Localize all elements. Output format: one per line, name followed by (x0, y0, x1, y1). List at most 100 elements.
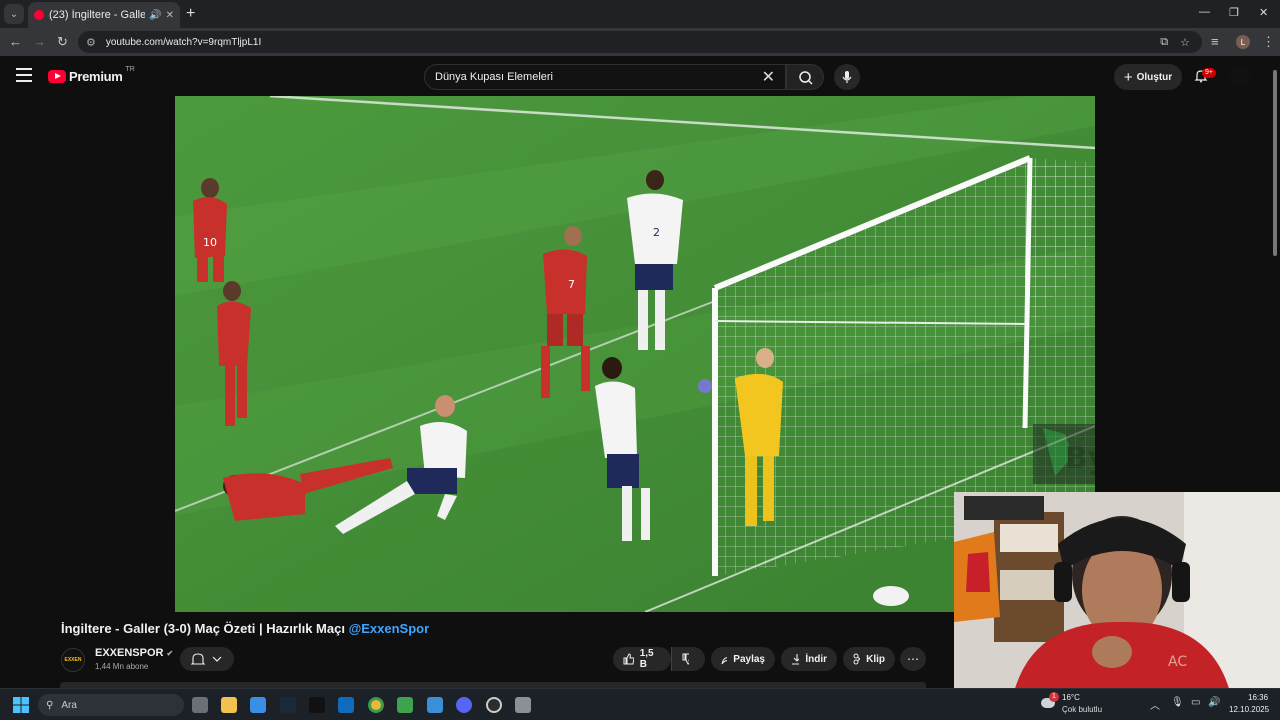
subscription-bell-button[interactable] (180, 647, 234, 671)
app-icon[interactable] (515, 697, 531, 713)
dislike-button[interactable] (671, 647, 705, 671)
youtube-play-icon (48, 70, 66, 83)
channel-name[interactable]: EXXENSPOR ✔ (95, 647, 173, 659)
video-title-text: İngiltere - Galler (3-0) Maç Özeti | Haz… (61, 621, 349, 636)
site-info-icon[interactable]: ⚙ (86, 36, 96, 49)
bell-chevron-icon (190, 653, 222, 665)
tray-chevron-icon[interactable]: ︿ (1150, 697, 1160, 712)
clock-time: 16:36 (1248, 693, 1269, 702)
active-tab[interactable]: (23) İngiltere - Galler (3-0) Maç Özeti … (28, 2, 180, 28)
minimize-icon[interactable]: — (1199, 6, 1210, 18)
clear-search-icon[interactable]: ✕ (762, 67, 775, 87)
clip-button[interactable]: Klip (843, 647, 895, 671)
tab-close-icon[interactable]: ✕ (166, 10, 174, 21)
subscriber-count: 1,44 Mn abone (95, 662, 149, 671)
steam-icon[interactable] (280, 697, 296, 713)
outlook-icon[interactable] (338, 697, 354, 713)
temperature: 16°C (1062, 693, 1080, 702)
display-icon[interactable]: ▭ (1191, 697, 1200, 708)
create-label: Oluştur (1136, 71, 1173, 83)
install-app-icon[interactable]: ⧉ (1160, 36, 1168, 49)
create-button[interactable]: + Oluştur (1114, 64, 1182, 90)
download-icon (792, 654, 800, 665)
channel-name-text: EXXENSPOR (95, 647, 164, 659)
video-title: İngiltere - Galler (3-0) Maç Özeti | Haz… (61, 621, 429, 636)
plus-icon: + (1123, 68, 1133, 86)
excel-icon[interactable] (397, 697, 413, 713)
window-close-icon[interactable]: ✕ (1259, 6, 1268, 19)
like-count: 1,5 B (639, 648, 654, 670)
search-query: Dünya Kupası Elemeleri (435, 71, 554, 83)
restore-icon[interactable]: ❐ (1229, 6, 1239, 19)
search-icon (799, 71, 813, 85)
url-text: youtube.com/watch?v=9rqmTljpL1I (105, 36, 262, 48)
weather-condition: Çok bulutlu (1062, 705, 1103, 714)
taskbar-search-placeholder: Ara (61, 699, 77, 711)
task-view-icon[interactable] (192, 697, 208, 713)
channel-logo-text: EXXEN (64, 657, 82, 663)
voice-search-button[interactable] (834, 64, 860, 90)
guide-menu-icon[interactable] (16, 68, 32, 82)
new-tab-button[interactable]: + (186, 5, 195, 23)
discord-icon[interactable] (456, 697, 472, 713)
account-avatar[interactable] (1230, 67, 1250, 87)
weather-badge: 1 (1049, 692, 1059, 702)
bynogame-watermark: ByNoGame (1033, 424, 1095, 484)
tab-search-button[interactable]: ⌄ (4, 4, 24, 24)
browser-tab-bar: ⌄ (23) İngiltere - Galler (3-0) Maç Özet… (0, 0, 1280, 28)
share-icon (721, 657, 728, 665)
search-button[interactable] (786, 64, 824, 90)
webcam-overlay: AC (954, 492, 1280, 692)
scissors-icon (853, 653, 861, 665)
share-button[interactable]: Paylaş (711, 647, 775, 671)
watermark-text: ByNoGame (1065, 441, 1095, 476)
download-button[interactable]: İndir (781, 647, 837, 671)
share-label: Paylaş (733, 653, 765, 665)
windows-start-icon[interactable] (13, 697, 29, 713)
youtube-header: Premium TR Dünya Kupası Elemeleri ✕ + Ol… (0, 56, 1280, 96)
taskbar-search[interactable]: ⚲ Ara (38, 694, 184, 716)
microphone-icon[interactable]: 🎙 (1171, 697, 1184, 708)
youtube-favicon-icon (34, 10, 44, 20)
vpn-icon[interactable] (427, 697, 443, 713)
back-icon[interactable]: ← (9, 34, 22, 49)
channel-avatar[interactable]: EXXEN (61, 648, 85, 672)
search-icon: ⚲ (46, 699, 54, 711)
svg-text:10: 10 (203, 236, 217, 249)
address-bar[interactable]: ⚙ youtube.com/watch?v=9rqmTljpL1I ⧉ ☆ (78, 31, 1202, 53)
tab-title: (23) İngiltere - Galler (3-0) Maç Özeti (49, 9, 146, 21)
windows-taskbar: ⚲ Ara 1 (0, 688, 1280, 720)
bookmark-star-icon[interactable]: ☆ (1180, 36, 1190, 49)
download-label: İndir (805, 653, 827, 665)
profile-avatar[interactable]: L (1236, 35, 1250, 49)
scrollbar-thumb[interactable] (1273, 70, 1277, 256)
browser-menu-icon[interactable]: ⋮ (1262, 34, 1275, 50)
chrome-icon[interactable] (368, 697, 384, 713)
more-icon: ⋯ (907, 652, 919, 666)
store-icon[interactable] (250, 697, 266, 713)
thumbs-up-icon (623, 653, 634, 665)
verified-icon: ✔ (166, 649, 174, 658)
more-actions-button[interactable]: ⋯ (900, 647, 926, 671)
thumbs-down-icon (682, 653, 689, 665)
logo-text: Premium (69, 69, 123, 84)
svg-text:7: 7 (568, 278, 575, 291)
browser-toolbar: ← → ↻ ⚙ youtube.com/watch?v=9rqmTljpL1I … (0, 28, 1280, 56)
reload-icon[interactable]: ↻ (57, 34, 68, 50)
volume-icon[interactable]: 🔊 (1208, 697, 1220, 708)
youtube-logo[interactable]: Premium TR (48, 66, 135, 84)
notification-badge: 9+ (1202, 68, 1216, 78)
speaker-icon[interactable]: 🔊 (149, 10, 161, 21)
clock-date: 12.10.2025 (1229, 705, 1270, 714)
channel-mention-link[interactable]: @ExxenSpor (349, 621, 430, 636)
obs-icon[interactable] (486, 697, 502, 713)
media-control-icon[interactable]: ≡ (1211, 34, 1219, 49)
country-code: TR (125, 66, 135, 73)
search-input[interactable]: Dünya Kupası Elemeleri ✕ (424, 64, 786, 90)
svg-text:AC: AC (1168, 654, 1187, 670)
svg-text:2: 2 (653, 226, 660, 239)
file-explorer-icon[interactable] (221, 697, 237, 713)
tiktok-icon[interactable] (309, 697, 325, 713)
forward-icon[interactable]: → (33, 34, 46, 49)
like-button[interactable]: 1,5 B (613, 647, 671, 671)
